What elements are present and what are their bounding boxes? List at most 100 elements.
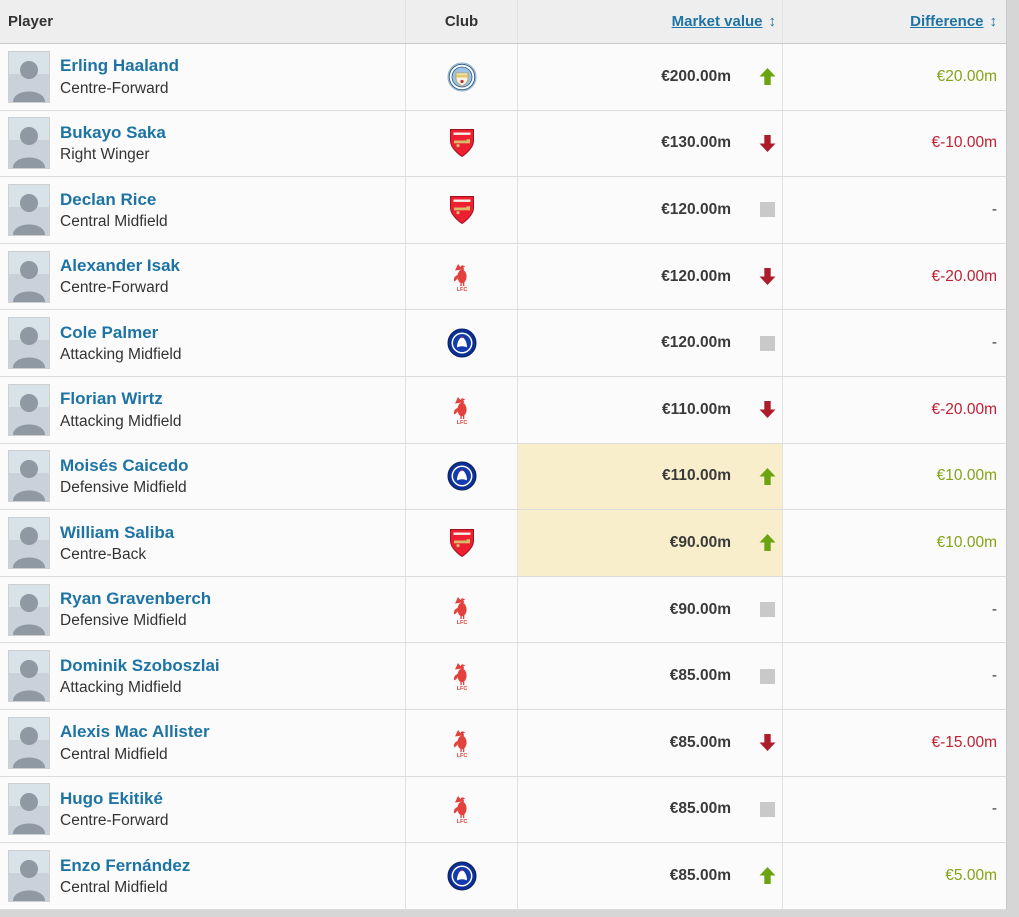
player-photo[interactable] xyxy=(8,317,50,369)
svg-text:LFC: LFC xyxy=(456,420,467,425)
trend-unchanged-icon xyxy=(757,800,777,818)
player-cell: William Saliba Centre-Back xyxy=(0,510,405,576)
column-header-player: Player xyxy=(0,0,405,43)
difference-cell: - xyxy=(782,310,1007,376)
player-name-link[interactable]: Cole Palmer xyxy=(60,322,181,343)
market-value-cell: €120.00m xyxy=(517,244,782,310)
player-cell: Ryan Gravenberch Defensive Midfield xyxy=(0,577,405,643)
player-silhouette-icon xyxy=(9,185,49,235)
market-value: €130.00m xyxy=(661,134,731,152)
table-row: William Saliba Centre-Back €90.00m €10.0… xyxy=(0,510,1006,577)
club-badge-arsenal[interactable] xyxy=(449,195,475,225)
club-badge-chelsea[interactable] xyxy=(447,861,477,891)
player-name-link[interactable]: Moisés Caicedo xyxy=(60,455,189,476)
player-photo[interactable] xyxy=(8,717,50,769)
player-photo[interactable] xyxy=(8,517,50,569)
club-badge-chelsea[interactable] xyxy=(447,461,477,491)
player-name-link[interactable]: Dominik Szoboszlai xyxy=(60,655,220,676)
player-name-link[interactable]: Hugo Ekitiké xyxy=(60,788,169,809)
club-badge-liverpool[interactable]: LFC xyxy=(451,794,473,824)
difference-value: €10.00m xyxy=(937,467,997,485)
trend-up-arrow-icon xyxy=(757,534,777,552)
svg-text:LFC: LFC xyxy=(456,287,467,292)
club-badge-liverpool[interactable]: LFC xyxy=(451,595,473,625)
player-photo[interactable] xyxy=(8,384,50,436)
table-row: Florian Wirtz Attacking Midfield LFC €11… xyxy=(0,377,1006,444)
player-name-link[interactable]: Alexis Mac Allister xyxy=(60,721,210,742)
club-badge-liverpool[interactable]: LFC xyxy=(451,262,473,292)
table-row: Hugo Ekitiké Centre-Forward LFC €85.00m … xyxy=(0,777,1006,844)
player-position: Centre-Forward xyxy=(60,80,179,99)
market-value: €85.00m xyxy=(670,667,731,685)
club-cell xyxy=(405,510,517,576)
player-photo[interactable] xyxy=(8,584,50,636)
player-cell: Florian Wirtz Attacking Midfield xyxy=(0,377,405,443)
player-silhouette-icon xyxy=(9,518,49,568)
player-photo[interactable] xyxy=(8,184,50,236)
market-value-cell: €85.00m xyxy=(517,777,782,843)
market-value: €90.00m xyxy=(670,601,731,619)
difference-value: - xyxy=(992,667,997,685)
player-photo[interactable] xyxy=(8,650,50,702)
difference-value: €20.00m xyxy=(937,68,997,86)
club-badge-liverpool[interactable]: LFC xyxy=(451,661,473,691)
player-photo[interactable] xyxy=(8,450,50,502)
player-position: Defensive Midfield xyxy=(60,479,189,498)
market-value-cell: €85.00m xyxy=(517,710,782,776)
sort-arrows-icon[interactable]: ↕ xyxy=(990,13,998,30)
club-badge-liverpool[interactable]: LFC xyxy=(451,395,473,425)
market-value: €120.00m xyxy=(661,334,731,352)
difference-value: €10.00m xyxy=(937,534,997,552)
player-position: Central Midfield xyxy=(60,879,190,898)
club-cell: LFC xyxy=(405,710,517,776)
player-name-link[interactable]: Declan Rice xyxy=(60,189,168,210)
column-header-market-value: Market value ↕ xyxy=(517,0,782,43)
market-value-cell: €90.00m xyxy=(517,577,782,643)
player-silhouette-icon xyxy=(9,318,49,368)
market-value-sort-link[interactable]: Market value xyxy=(672,13,763,30)
player-photo[interactable] xyxy=(8,850,50,902)
club-cell xyxy=(405,44,517,110)
club-header-label: Club xyxy=(445,13,478,30)
trend-up-arrow-icon xyxy=(757,867,777,885)
player-photo[interactable] xyxy=(8,783,50,835)
market-value-cell: €120.00m xyxy=(517,177,782,243)
player-cell: Bukayo Saka Right Winger xyxy=(0,111,405,177)
club-badge-chelsea[interactable] xyxy=(447,328,477,358)
player-photo[interactable] xyxy=(8,117,50,169)
player-name-link[interactable]: Alexander Isak xyxy=(60,255,180,276)
player-photo[interactable] xyxy=(8,251,50,303)
player-name-link[interactable]: Erling Haaland xyxy=(60,55,179,76)
club-badge-liverpool[interactable]: LFC xyxy=(451,728,473,758)
player-cell: Declan Rice Central Midfield xyxy=(0,177,405,243)
club-cell xyxy=(405,444,517,510)
player-position: Right Winger xyxy=(60,146,166,165)
player-name-link[interactable]: Ryan Gravenberch xyxy=(60,588,211,609)
table-row: Dominik Szoboszlai Attacking Midfield LF… xyxy=(0,643,1006,710)
club-badge-man-city[interactable] xyxy=(447,62,477,92)
market-value: €120.00m xyxy=(661,201,731,219)
player-photo[interactable] xyxy=(8,51,50,103)
player-silhouette-icon xyxy=(9,851,49,901)
trend-unchanged-icon xyxy=(757,201,777,219)
table-row: Alexis Mac Allister Central Midfield LFC… xyxy=(0,710,1006,777)
market-value: €110.00m xyxy=(662,467,731,485)
svg-text:LFC: LFC xyxy=(456,686,467,691)
market-value-table: Player Club Market value ↕ Difference ↕ xyxy=(0,0,1007,910)
sort-arrows-icon[interactable]: ↕ xyxy=(769,13,777,30)
player-position: Centre-Forward xyxy=(60,812,169,831)
difference-cell: - xyxy=(782,777,1007,843)
club-badge-arsenal[interactable] xyxy=(449,128,475,158)
player-name-link[interactable]: Enzo Fernández xyxy=(60,855,190,876)
difference-cell: - xyxy=(782,577,1007,643)
club-cell: LFC xyxy=(405,377,517,443)
difference-sort-link[interactable]: Difference xyxy=(910,13,983,30)
difference-cell: - xyxy=(782,177,1007,243)
player-name-link[interactable]: William Saliba xyxy=(60,522,174,543)
column-header-club: Club xyxy=(405,0,517,43)
player-name-link[interactable]: Florian Wirtz xyxy=(60,388,181,409)
market-value-cell: €110.00m xyxy=(517,377,782,443)
player-name-link[interactable]: Bukayo Saka xyxy=(60,122,166,143)
difference-value: - xyxy=(992,201,997,219)
club-badge-arsenal[interactable] xyxy=(449,528,475,558)
